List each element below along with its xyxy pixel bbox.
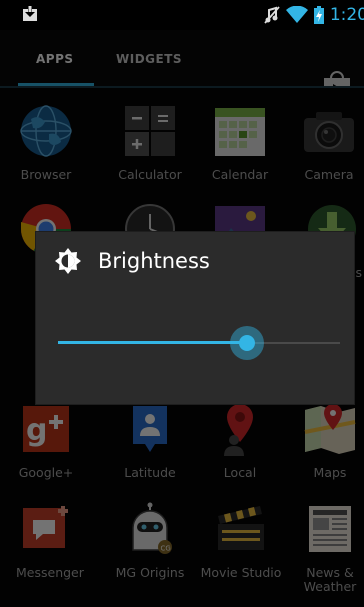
app-label: News & Weather bbox=[303, 565, 357, 594]
messenger-icon bbox=[23, 506, 68, 548]
tab-apps[interactable]: APPS bbox=[36, 52, 74, 66]
app-label: Movie Studio bbox=[200, 565, 282, 580]
status-bar: 1:20 bbox=[0, 0, 364, 30]
app-label: Latitude bbox=[124, 465, 176, 480]
robot-icon: CG bbox=[132, 502, 172, 554]
app-label: Messenger bbox=[16, 565, 84, 580]
svg-text:g: g bbox=[26, 413, 47, 448]
app-camera[interactable]: Camera bbox=[296, 104, 362, 182]
latitude-icon bbox=[133, 406, 167, 452]
app-maps[interactable]: Maps bbox=[298, 402, 362, 480]
app-movie-studio[interactable]: Movie Studio bbox=[196, 502, 286, 580]
app-messenger[interactable]: Messenger bbox=[16, 502, 84, 580]
clock: 1:20 bbox=[329, 5, 364, 25]
app-label: Camera bbox=[304, 167, 354, 182]
app-mg-origins[interactable]: CG MG Origins bbox=[108, 502, 192, 580]
local-pin-icon bbox=[224, 404, 253, 456]
app-label: Maps bbox=[313, 465, 347, 480]
dialog-header: Brightness bbox=[54, 246, 210, 276]
app-label: Google+ bbox=[18, 465, 74, 480]
app-calculator[interactable]: Calculator bbox=[110, 104, 190, 182]
globe-icon bbox=[20, 105, 72, 157]
app-browser[interactable]: Browser bbox=[16, 104, 76, 182]
tab-widgets[interactable]: WIDGETS bbox=[116, 52, 182, 66]
battery-charging-icon bbox=[313, 6, 324, 24]
camera-icon bbox=[304, 112, 354, 152]
svg-text:CG: CG bbox=[161, 545, 171, 553]
dialog-title: Brightness bbox=[98, 249, 210, 273]
app-label: Browser bbox=[20, 167, 72, 182]
app-google-plus[interactable]: g Google+ bbox=[16, 402, 76, 480]
maps-icon bbox=[304, 404, 356, 454]
app-local[interactable]: Local bbox=[206, 402, 274, 480]
brightness-icon bbox=[55, 248, 81, 274]
calendar-icon bbox=[215, 108, 265, 156]
slider-thumb[interactable] bbox=[239, 335, 255, 351]
wifi-icon bbox=[285, 6, 308, 23]
app-calendar[interactable]: Calendar bbox=[202, 104, 278, 182]
mute-icon bbox=[264, 6, 280, 24]
app-label: MG Origins bbox=[115, 565, 185, 580]
brightness-dialog: Brightness bbox=[36, 232, 354, 404]
app-news-weather[interactable]: News & Weather bbox=[298, 502, 362, 594]
app-label: Calendar bbox=[211, 167, 269, 182]
brightness-slider[interactable] bbox=[58, 326, 340, 360]
clapperboard-icon bbox=[218, 506, 264, 550]
calculator-icon bbox=[125, 106, 175, 156]
app-label: Calculator bbox=[118, 167, 182, 182]
app-latitude[interactable]: Latitude bbox=[118, 402, 182, 480]
newspaper-icon bbox=[309, 506, 351, 552]
app-label: Local bbox=[223, 465, 257, 480]
tab-bar: APPS WIDGETS bbox=[0, 30, 364, 102]
slider-fill bbox=[58, 341, 247, 344]
download-icon bbox=[23, 6, 37, 21]
google-plus-icon: g bbox=[23, 406, 69, 452]
